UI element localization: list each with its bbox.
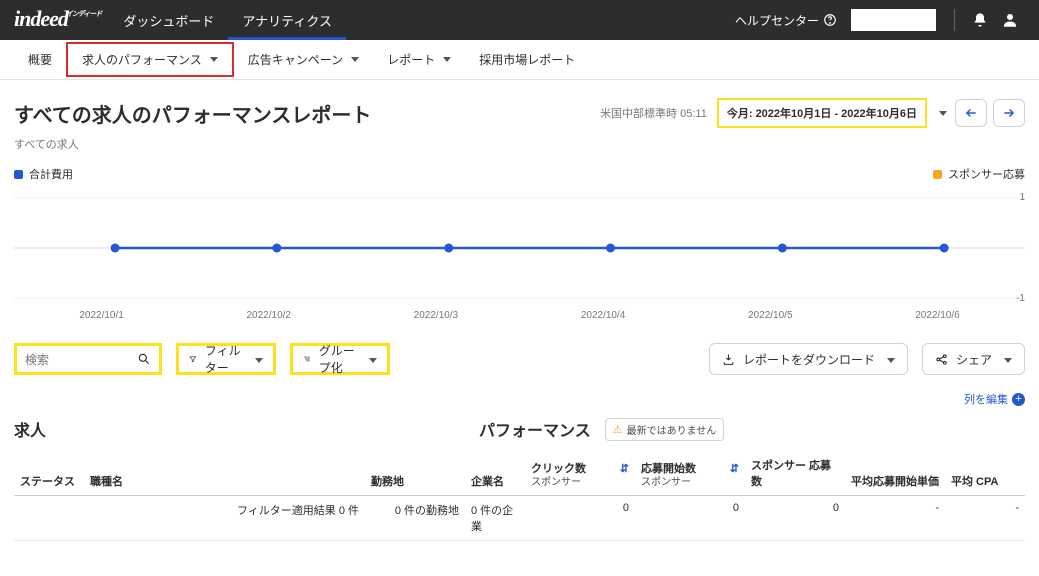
col-clicks[interactable]: クリック数⇵ スポンサー [525,451,635,495]
legend-label-sponsor: スポンサー応募 [948,166,1025,182]
help-center-link[interactable]: ヘルプセンター [735,12,837,29]
subnav-ad-campaign[interactable]: 広告キャンペーン [234,44,373,75]
timezone-label: 米国中部標準時 05:11 [600,105,707,121]
filter-result-count: フィルター適用結果 0 件 [84,496,365,540]
page-title: すべての求人のパフォーマンスレポート [14,99,371,128]
col-company[interactable]: 企業名 [465,451,525,495]
plus-circle-icon: + [1012,393,1025,406]
search-icon [137,352,151,366]
account-icon[interactable] [995,11,1025,29]
download-icon [722,353,735,366]
subnav-overview[interactable]: 概要 [14,44,66,75]
table-header: ステータス 職種名 勤務地 企業名 クリック数⇵ スポンサー 応募開始数⇵ スポ… [14,451,1025,496]
col-app-starts[interactable]: 応募開始数⇵ スポンサー [635,451,745,495]
apps-total: 0 [635,496,745,540]
section-performance-title: パフォーマンス [479,417,591,441]
search-input[interactable]: 検索 [14,343,162,375]
sort-icon[interactable]: ⇵ [620,462,629,476]
legend-label-cost: 合計費用 [29,166,73,182]
col-avg-cpa[interactable]: 平均 CPA [945,451,1025,495]
logo[interactable]: indeedインディード [14,6,103,32]
filter-icon [189,353,197,365]
col-sponsor-apps[interactable]: スポンサー 応募数 [745,451,845,495]
topbar: indeedインディード ダッシュボード アナリティクス ヘルプセンター [0,0,1039,40]
filter-button[interactable]: フィルター [176,343,276,375]
company-count: 0 件の企業 [465,496,525,540]
col-avg-start-price[interactable]: 平均応募開始単価 [845,451,945,495]
download-report-button[interactable]: レポートをダウンロード [709,343,908,375]
ytick-bottom: -1 [1016,293,1025,304]
avg-start-price-total: - [845,496,945,540]
clicks-total: 0 [525,496,635,540]
date-next-button[interactable] [993,99,1025,127]
subnav-report[interactable]: レポート [373,44,465,75]
date-range-chevron-icon[interactable] [935,111,947,116]
date-prev-button[interactable] [955,99,987,127]
col-status[interactable]: ステータス [14,451,84,495]
share-button[interactable]: シェア [922,343,1025,375]
legend-dot-cost [14,170,23,179]
group-button[interactable]: グループ化 [290,343,390,375]
page-subtitle: すべての求人 [14,136,1025,152]
edit-columns-button[interactable]: 列を編集+ [14,391,1025,407]
avg-cpa-total: - [945,496,1025,540]
subnav-job-performance[interactable]: 求人のパフォーマンス [66,42,234,77]
date-range-picker[interactable]: 今月: 2022年10月1日 - 2022年10月6日 [717,98,927,128]
legend-dot-sponsor [933,170,942,179]
help-icon [823,13,837,27]
subnav: 概要 求人のパフォーマンス 広告キャンペーン レポート 採用市場レポート [0,40,1039,80]
share-icon [935,353,948,366]
performance-chart: 1 -1 [14,188,1025,308]
ytick-top: 1 [1019,192,1025,203]
col-location[interactable]: 勤務地 [365,451,465,495]
stale-warning-badge: ⚠最新ではありません [605,418,725,441]
subnav-market-report[interactable]: 採用市場レポート [465,44,589,75]
topnav-dashboard[interactable]: ダッシュボード [109,0,228,40]
warning-icon: ⚠ [613,423,623,436]
group-icon [303,353,311,365]
section-jobs-title: 求人 [14,417,479,441]
table-summary-row: フィルター適用結果 0 件 0 件の勤務地 0 件の企業 0 0 0 - - [14,496,1025,541]
topnav-analytics[interactable]: アナリティクス [228,0,346,40]
sponsor-apps-total: 0 [745,496,845,540]
topbar-search-input[interactable] [851,9,936,31]
location-count: 0 件の勤務地 [365,496,465,540]
col-job-name[interactable]: 職種名 [84,451,365,495]
notifications-icon[interactable] [965,12,995,28]
chart-x-labels: 2022/10/1 2022/10/2 2022/10/3 2022/10/4 … [14,310,1025,321]
sort-icon[interactable]: ⇵ [730,462,739,476]
chart-legend: 合計費用 スポンサー応募 [14,166,1025,182]
